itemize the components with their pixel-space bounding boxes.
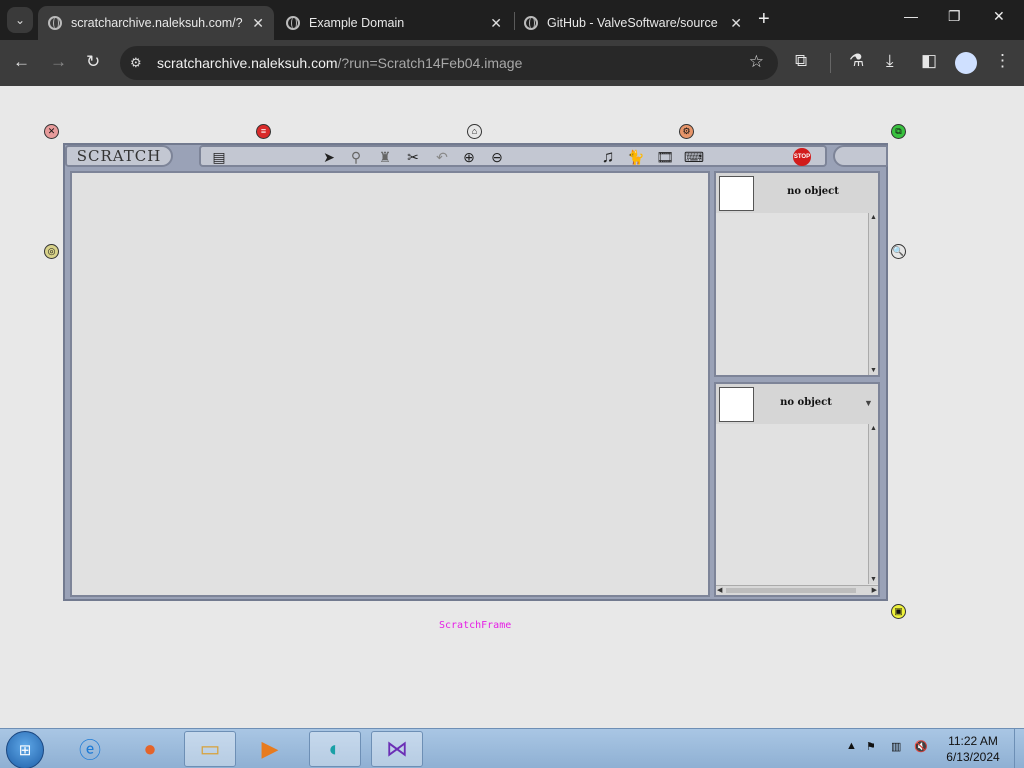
url-host: scratcharchive.naleksuh.com [157,55,338,71]
firefox-icon[interactable]: ● [124,731,176,767]
horizontal-scrollbar[interactable]: ◀ ▶ [716,585,878,595]
vertical-scrollbar[interactable]: ▲ ▼ [868,213,878,375]
file-explorer-icon[interactable]: ▭ [184,731,236,767]
undo-icon[interactable]: ↶ [432,148,452,166]
scratch-logo: SCRATCH [65,145,173,167]
url-text[interactable]: scratcharchive.naleksuh.com/?run=Scratch… [157,55,522,71]
stop-sign-icon[interactable]: STOP [793,148,811,166]
globe-icon [286,16,300,30]
address-bar[interactable]: ⚙ scratcharchive.naleksuh.com/?run=Scrat… [120,46,778,80]
object-thumbnail[interactable] [719,387,754,422]
collapse-handle-icon[interactable]: ⌂ [467,124,482,139]
rotate-handle-icon[interactable]: ◎ [44,244,59,259]
close-handle-icon[interactable]: ✕ [44,124,59,139]
tab-scratcharchive[interactable]: scratcharchive.naleksuh.com/? ✕ [38,6,274,40]
tab-example-domain[interactable]: Example Domain ✕ [276,6,512,40]
script-panel-label: no object [780,397,832,408]
browser-toolbar: ← → ↻ ⚙ scratcharchive.naleksuh.com/?run… [0,40,1024,86]
network-icon[interactable]: ▥ [891,740,901,753]
close-icon[interactable]: ✕ [252,15,264,32]
scroll-left-icon[interactable]: ◀ [717,586,722,594]
scroll-up-icon[interactable]: ▲ [870,425,877,432]
taskbar: ⊞ ⓔ ● ▭ ▶ ◐ ⋈ ▲ ⚑ ▥ 🔇 11:22 AM 6/13/2024 [0,728,1024,768]
stage-icon[interactable]: ▤ [209,148,229,166]
zoom-in-icon[interactable]: ⊕ [459,148,479,166]
vertical-scrollbar[interactable]: ▲ ▼ [868,424,878,584]
app-icon[interactable]: ◐ [309,731,361,767]
flag-icon[interactable]: ⚑ [866,740,876,753]
music-note-icon[interactable]: ♫ [598,147,618,166]
tab-strip: ⌄ scratcharchive.naleksuh.com/? ✕ Exampl… [0,0,1024,40]
stamp-icon[interactable]: ♜ [375,148,395,166]
close-window-icon[interactable]: ✕ [993,8,1005,25]
scratch-toolbar: ▤ ➤ ⚲ ♜ ✂ ↶ ⊕ ⊖ ♫ 🐈 🎞 ⌨ STOP [199,145,827,167]
cat-icon[interactable]: 🐈 [626,148,646,166]
minimize-icon[interactable]: — [904,8,918,24]
restore-icon[interactable]: ❐ [948,8,961,25]
scratch-stage[interactable] [70,171,710,597]
duplicate-handle-icon[interactable]: ⧉ [891,124,906,139]
script-panel: no object ▼ ▲ ▼ ◀ ▶ [714,382,880,597]
scroll-down-icon[interactable]: ▼ [870,367,877,374]
film-icon[interactable]: 🎞 [655,148,675,166]
plus-icon[interactable]: + [758,8,770,31]
sidepanel-icon[interactable]: ◧ [921,51,937,71]
resize-handle-icon[interactable]: ▣ [891,604,906,619]
inspect-handle-icon[interactable]: 🔍 [891,244,906,259]
close-icon[interactable]: ✕ [490,15,502,32]
sprite-panel-header: no object [716,173,878,213]
menu-handle-icon[interactable]: ≡ [256,124,271,139]
star-icon[interactable]: ☆ [749,52,764,72]
script-panel-header: no object ▼ [716,384,878,424]
clock-date: 6/13/2024 [946,750,1000,764]
flask-icon[interactable]: ⚗ [849,51,864,71]
github-icon [524,16,538,30]
kebab-icon[interactable]: ⋮ [994,51,1011,71]
sprite-panel-label: no object [787,186,839,197]
scroll-up-icon[interactable]: ▲ [870,214,877,221]
chevron-down-icon[interactable]: ⌄ [7,7,33,33]
windows-start-icon[interactable]: ⊞ [6,731,44,768]
url-path: /?run=Scratch14Feb04.image [337,55,523,71]
account-icon[interactable] [955,52,977,74]
tab-github[interactable]: GitHub - ValveSoftware/source ✕ [514,6,752,40]
arrow-right-icon[interactable]: → [50,52,67,72]
scratch-frame: SCRATCH ▤ ➤ ⚲ ♜ ✂ ↶ ⊕ ⊖ ♫ 🐈 🎞 ⌨ STOP no … [63,143,888,601]
tab-title: Example Domain [309,16,405,30]
scroll-down-icon[interactable]: ▼ [870,576,877,583]
magnify-icon[interactable]: ⚲ [346,148,366,166]
visual-studio-icon[interactable]: ⋈ [371,731,423,767]
tune-icon[interactable]: ⚙ [130,55,142,71]
tab-title: scratcharchive.naleksuh.com/? [71,16,243,30]
close-icon[interactable]: ✕ [730,15,742,32]
volume-muted-icon[interactable]: 🔇 [914,740,928,753]
arrow-cursor-icon[interactable]: ➤ [319,148,339,166]
arrow-left-icon[interactable]: ← [13,52,30,72]
internet-explorer-icon[interactable]: ⓔ [64,731,116,767]
puzzle-icon[interactable]: ⧉ [795,51,807,71]
sprite-thumbnail[interactable] [719,176,754,211]
download-icon[interactable]: ⤓ [886,51,894,71]
scroll-right-icon[interactable]: ▶ [872,586,877,594]
show-hidden-icons-icon[interactable]: ▲ [846,740,857,752]
frame-caption: ScratchFrame [439,620,512,631]
debug-handle-icon[interactable]: ⚙ [679,124,694,139]
chevron-down-icon[interactable]: ▼ [864,398,873,408]
zoom-out-icon[interactable]: ⊖ [487,148,507,166]
show-desktop-button[interactable] [1014,729,1024,768]
sprite-panel: no object ▲ ▼ [714,171,880,377]
frame-corner-tab [833,145,888,167]
toolbar-divider [830,53,831,73]
tab-title: GitHub - ValveSoftware/source [547,16,718,30]
media-player-icon[interactable]: ▶ [244,731,296,767]
scroll-thumb[interactable] [726,588,856,593]
clock-time: 11:22 AM [948,734,998,748]
clock[interactable]: 11:22 AM 6/13/2024 [938,733,1008,765]
keyboard-icon[interactable]: ⌨ [684,148,704,166]
scissors-icon[interactable]: ✂ [403,148,423,166]
reload-icon[interactable]: ↻ [86,52,100,72]
globe-icon [48,16,62,30]
